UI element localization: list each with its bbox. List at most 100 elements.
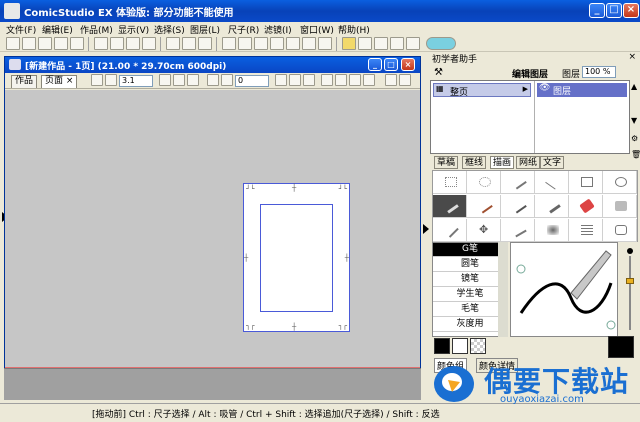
current-color-swatch[interactable] (608, 336, 634, 358)
rotate-right-icon[interactable] (221, 74, 233, 86)
play-icon[interactable] (390, 37, 404, 50)
delete-icon[interactable] (142, 37, 156, 50)
tab-work[interactable]: 作品 (11, 75, 38, 88)
zoom-in-icon[interactable] (187, 74, 199, 86)
window-icon[interactable] (358, 37, 372, 50)
rotate-left-icon[interactable] (207, 74, 219, 86)
tool-marker[interactable] (535, 195, 569, 218)
tool-fill[interactable] (569, 195, 603, 218)
tool-ellipse[interactable] (603, 171, 637, 194)
brush-item-brush[interactable]: 毛笔 (433, 303, 507, 317)
brush-item-mirror-pen[interactable]: 镜笔 (433, 273, 507, 287)
menu-layer[interactable]: 图层(L) (190, 23, 220, 36)
manga-page[interactable]: ┘└ ┘└ ┼ ┐┌ ┐┌ ┼ ┼ ┼ (243, 183, 350, 332)
page-icon[interactable] (222, 37, 236, 50)
brush-item-student-pen[interactable]: 学生笔 (433, 288, 507, 302)
view-a-icon[interactable] (385, 74, 397, 86)
doc-maximize-button[interactable]: □ (384, 58, 398, 71)
tool-wand[interactable] (501, 171, 535, 194)
tool-eraser[interactable] (603, 195, 637, 218)
menu-work[interactable]: 作品(M) (80, 23, 113, 36)
tab-draw[interactable]: 描画 (490, 156, 515, 169)
view-b-icon[interactable] (399, 74, 411, 86)
fit-page-icon[interactable] (91, 74, 103, 86)
ruler-icon[interactable] (270, 37, 284, 50)
folder-icon[interactable] (342, 37, 356, 50)
tool-tone[interactable] (603, 219, 637, 242)
save-icon[interactable] (54, 37, 68, 50)
tool-move[interactable]: ✥ (467, 219, 501, 242)
text-icon[interactable] (318, 37, 332, 50)
tab-page[interactable]: 页面 × (41, 75, 78, 88)
palette-icon[interactable] (374, 37, 388, 50)
close-button[interactable]: × (623, 3, 639, 18)
paste-icon[interactable] (126, 37, 140, 50)
main-color-swatch[interactable] (434, 338, 450, 354)
rotate-input[interactable]: 0 (235, 75, 269, 87)
menu-help[interactable]: 帮助(H) (338, 23, 370, 36)
menu-ruler[interactable]: 尺子(R) (228, 23, 259, 36)
image-icon[interactable] (349, 74, 361, 86)
hand-icon[interactable] (173, 74, 185, 86)
tool-pencil[interactable] (467, 195, 501, 218)
new-icon[interactable] (6, 37, 20, 50)
brush-item-round-pen[interactable]: 圆笔 (433, 258, 507, 272)
menu-window[interactable]: 窗口(W) (300, 23, 334, 36)
tool-pen[interactable] (433, 195, 467, 218)
cut-icon[interactable] (94, 37, 108, 50)
tool-dropper[interactable] (433, 219, 467, 242)
page-item[interactable]: ▦ 整页 ▶ (433, 83, 531, 98)
doc-minimize-button[interactable]: _ (368, 58, 382, 71)
undo-icon[interactable] (166, 37, 180, 50)
menu-view[interactable]: 显示(V) (118, 23, 149, 36)
minimize-button[interactable]: _ (589, 3, 605, 18)
redo-icon[interactable] (182, 37, 196, 50)
up-arrow-icon[interactable]: ▲ (631, 82, 637, 91)
transparent-swatch[interactable] (470, 338, 486, 354)
tab-frame[interactable]: 框线 (462, 156, 487, 169)
tab-draft[interactable]: 草稿 (434, 156, 459, 169)
helper-close-icon[interactable]: × (628, 52, 636, 62)
down-arrow-icon[interactable]: ▼ (631, 116, 637, 125)
tab-text[interactable]: 文字 (540, 156, 565, 169)
expand-icon[interactable]: ▶ (523, 85, 528, 93)
tool-rectangle[interactable] (569, 171, 603, 194)
tab-tone[interactable]: 网纸 (516, 156, 541, 169)
print-icon[interactable] (70, 37, 84, 50)
doc-close-button[interactable]: × (401, 58, 415, 71)
clear-icon[interactable] (198, 37, 212, 50)
layer-icon[interactable] (238, 37, 252, 50)
open-icon[interactable] (38, 37, 52, 50)
rotate-reset-icon[interactable] (275, 74, 287, 86)
tool-gradient[interactable] (535, 219, 569, 242)
move-icon[interactable] (335, 74, 347, 86)
menu-edit[interactable]: 编辑(E) (42, 23, 73, 36)
brush-item-gray[interactable]: 灰度用 (433, 318, 507, 332)
toggle-pill-icon[interactable] (426, 37, 456, 50)
slider-thumb[interactable] (626, 278, 634, 284)
tone-icon[interactable] (302, 37, 316, 50)
fit-width-icon[interactable] (159, 74, 171, 86)
menu-file[interactable]: 文件(F) (6, 23, 36, 36)
wand-icon[interactable]: ⚒ (434, 67, 443, 78)
zoom-icon[interactable] (105, 74, 117, 86)
layer-zoom-input[interactable]: 100 % (582, 66, 616, 78)
brush-list-scrollbar[interactable] (498, 242, 508, 337)
eye-icon[interactable]: 👁 (539, 83, 550, 93)
canvas-area[interactable]: ┘└ ┘└ ┼ ┐┌ ┐┌ ┼ ┼ ┼ (5, 90, 420, 367)
tool-line[interactable] (535, 171, 569, 194)
tool-rect-select[interactable] (433, 171, 467, 194)
maximize-button[interactable]: □ (606, 3, 622, 18)
frame-icon[interactable] (286, 37, 300, 50)
crop-icon[interactable] (321, 74, 333, 86)
tool-brush[interactable] (501, 195, 535, 218)
right-panel-arrow-icon[interactable] (423, 224, 429, 234)
brush-item-g-pen[interactable]: G笔 (433, 243, 507, 257)
sub-color-swatch[interactable] (452, 338, 468, 354)
brush-size-slider[interactable] (620, 242, 638, 337)
copy-icon[interactable] (110, 37, 124, 50)
grid-icon[interactable] (254, 37, 268, 50)
export-icon[interactable] (406, 37, 420, 50)
flip-vertical-icon[interactable] (303, 74, 315, 86)
layer-settings-icon[interactable]: ⚙ (631, 134, 638, 143)
